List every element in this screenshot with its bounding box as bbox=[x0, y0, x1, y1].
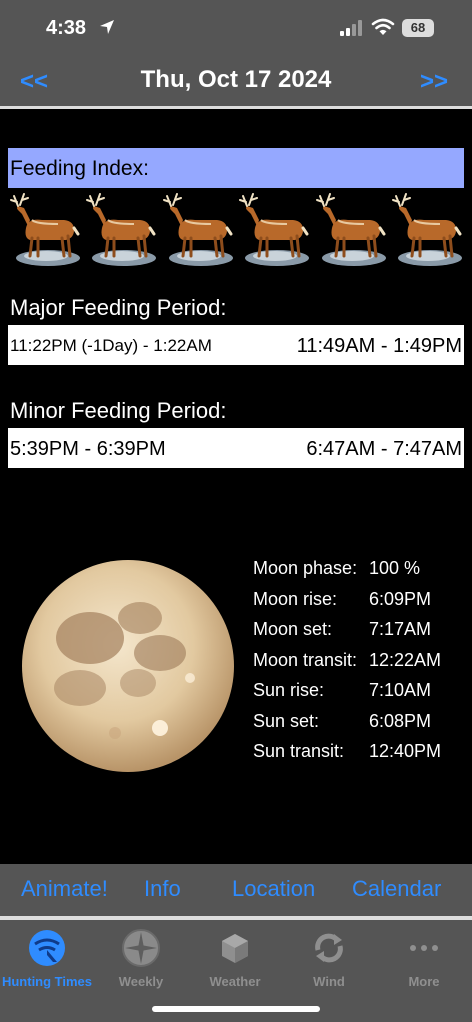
feeding-index-rating bbox=[8, 190, 464, 268]
astro-row: Sun rise: 7:10AM bbox=[253, 680, 463, 704]
status-time: 4:38 bbox=[46, 17, 87, 39]
astro-value: 7:17AM bbox=[369, 619, 432, 639]
minor-feeding-label: Minor Feeding Period: bbox=[10, 398, 227, 423]
astro-label: Sun transit: bbox=[253, 741, 345, 761]
minor-period-evening: 5:39PM - 6:39PM bbox=[10, 438, 166, 460]
astro-label: Sun rise: bbox=[253, 680, 325, 700]
tab-label: Wind bbox=[313, 974, 345, 989]
minor-period-morning: 6:47AM - 7:47AM bbox=[306, 438, 462, 460]
compass-icon bbox=[122, 929, 160, 967]
astro-label: Sun set: bbox=[253, 710, 320, 731]
page-title: Thu, Oct 17 2024 bbox=[140, 66, 332, 93]
astro-value: 6:08PM bbox=[369, 710, 432, 731]
astro-value: 12:22AM bbox=[369, 649, 442, 670]
next-day-button[interactable]: >> bbox=[420, 68, 448, 96]
astro-value: 6:09PM bbox=[369, 588, 432, 609]
major-period-evening: 11:22PM (-1Day) - 1:22AM bbox=[10, 336, 212, 355]
tab-weekly[interactable]: Weekly bbox=[94, 928, 188, 989]
tab-weather[interactable]: Weather bbox=[188, 928, 282, 989]
radar-icon bbox=[29, 930, 65, 966]
minor-feeding-times: 5:39PM - 6:39PM 6:47AM - 7:47AM bbox=[8, 428, 464, 468]
astro-row: Moon transit: 12:22AM bbox=[253, 650, 463, 674]
astro-value: 12:40PM bbox=[369, 741, 442, 761]
astro-label: Moon transit: bbox=[253, 649, 358, 670]
cellular-signal-icon bbox=[340, 20, 362, 36]
deer-rating-icon bbox=[237, 190, 311, 268]
home-indicator bbox=[152, 1006, 320, 1012]
more-icon bbox=[410, 945, 438, 951]
astro-row: Sun transit: 12:40PM bbox=[253, 741, 463, 765]
tab-more[interactable]: More bbox=[377, 928, 471, 989]
battery-indicator: 68 bbox=[402, 19, 434, 37]
astro-label: Moon phase: bbox=[253, 558, 358, 578]
action-bar: Animate! Info Location Calendar bbox=[0, 864, 472, 916]
calendar-button[interactable]: Calendar bbox=[352, 876, 441, 902]
full-moon-image bbox=[22, 560, 234, 772]
deer-rating-icon bbox=[8, 190, 82, 268]
astro-value: 7:10AM bbox=[369, 680, 432, 700]
deer-rating-icon bbox=[161, 190, 235, 268]
wind-icon bbox=[315, 933, 343, 963]
header-divider bbox=[0, 106, 472, 109]
astro-row: Sun set: 6:08PM bbox=[253, 711, 463, 735]
astro-label: Moon rise: bbox=[253, 588, 338, 609]
deer-rating-icon bbox=[390, 190, 464, 268]
feeding-index-label: Feeding Index: bbox=[8, 148, 464, 188]
location-arrow-icon bbox=[100, 20, 114, 34]
cube-icon bbox=[222, 934, 248, 963]
major-feeding-times: 11:22PM (-1Day) - 1:22AM 11:49AM - 1:49P… bbox=[8, 325, 464, 365]
astro-row: Moon phase: 100 % bbox=[253, 558, 463, 582]
date-header: << Thu, Oct 17 2024 >> bbox=[0, 56, 472, 106]
astro-value: 100 % bbox=[369, 558, 421, 578]
major-period-day: 11:49AM - 1:49PM bbox=[296, 335, 462, 357]
astro-row: Moon rise: 6:09PM bbox=[253, 589, 463, 613]
info-button[interactable]: Info bbox=[144, 876, 181, 902]
astro-row: Moon set: 7:17AM bbox=[253, 619, 463, 643]
location-button[interactable]: Location bbox=[232, 876, 315, 902]
deer-rating-icon bbox=[84, 190, 158, 268]
tab-label: Hunting Times bbox=[1, 974, 93, 989]
deer-rating-icon bbox=[314, 190, 388, 268]
tab-label: Weather bbox=[209, 974, 261, 989]
wifi-icon bbox=[371, 18, 395, 35]
tab-hunting-times[interactable]: Hunting Times bbox=[0, 928, 94, 989]
tab-label: Weekly bbox=[118, 974, 164, 989]
tab-wind[interactable]: Wind bbox=[282, 928, 376, 989]
animate-button[interactable]: Animate! bbox=[21, 876, 108, 902]
tab-label: More bbox=[408, 974, 440, 989]
major-feeding-label: Major Feeding Period: bbox=[10, 295, 227, 320]
astro-label: Moon set: bbox=[253, 619, 333, 639]
